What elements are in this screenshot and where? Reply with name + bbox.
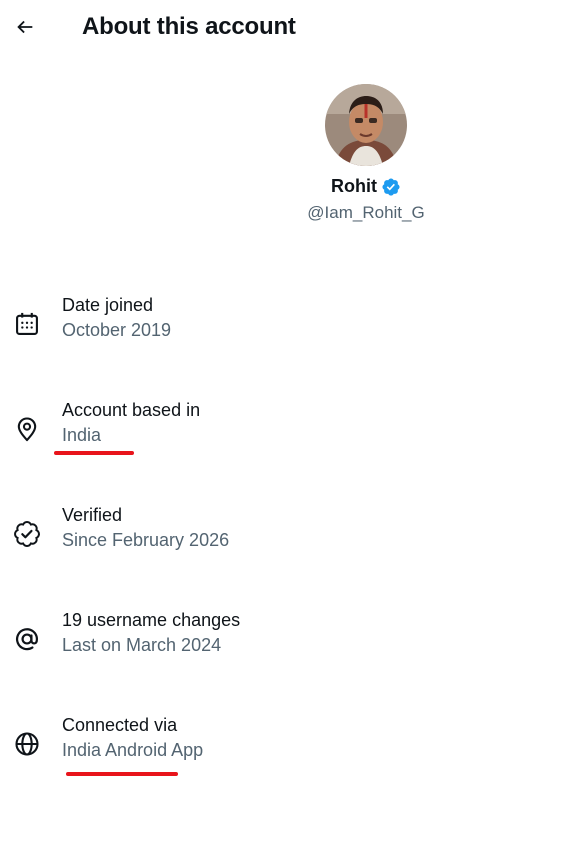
- profile-handle: @Iam_Rohit_G: [307, 203, 425, 222]
- red-underline-annotation: [66, 772, 178, 776]
- avatar[interactable]: [325, 84, 407, 166]
- page-title: About this account: [82, 13, 296, 40]
- display-name: Rohit: [331, 176, 377, 196]
- verified-badge-icon: [382, 177, 400, 196]
- profile-summary: Rohit @Iam_Rohit_G: [246, 84, 486, 223]
- calendar-icon: [16, 312, 38, 335]
- back-button[interactable]: [8, 10, 42, 44]
- detail-date-joined: Date joined October 2019: [0, 295, 585, 365]
- detail-label: 19 username changes: [62, 610, 241, 630]
- at-sign-icon: [15, 628, 39, 651]
- verified-check-icon: [14, 521, 40, 547]
- arrow-left-icon: [17, 20, 33, 34]
- detail-label: Date joined: [62, 295, 154, 315]
- avatar-image: [325, 84, 407, 166]
- page-header: About this account: [0, 0, 585, 56]
- detail-value: Since February 2026: [62, 530, 230, 550]
- detail-label: Verified: [62, 505, 123, 525]
- detail-value: Last on March 2024: [62, 635, 222, 655]
- globe-icon: [15, 732, 39, 756]
- detail-username-changes: 19 username changes Last on March 2024: [0, 610, 585, 680]
- detail-label: Connected via: [62, 715, 178, 735]
- red-underline-annotation: [54, 451, 134, 455]
- detail-account-location: Account based in India: [0, 400, 585, 470]
- detail-value: India: [62, 425, 102, 445]
- detail-value: India Android App: [62, 740, 204, 760]
- detail-verified: Verified Since February 2026: [0, 505, 585, 575]
- detail-label: Account based in: [62, 400, 201, 420]
- name-row: Rohit: [331, 176, 401, 197]
- detail-value: October 2019: [62, 320, 172, 340]
- location-pin-icon: [17, 417, 37, 442]
